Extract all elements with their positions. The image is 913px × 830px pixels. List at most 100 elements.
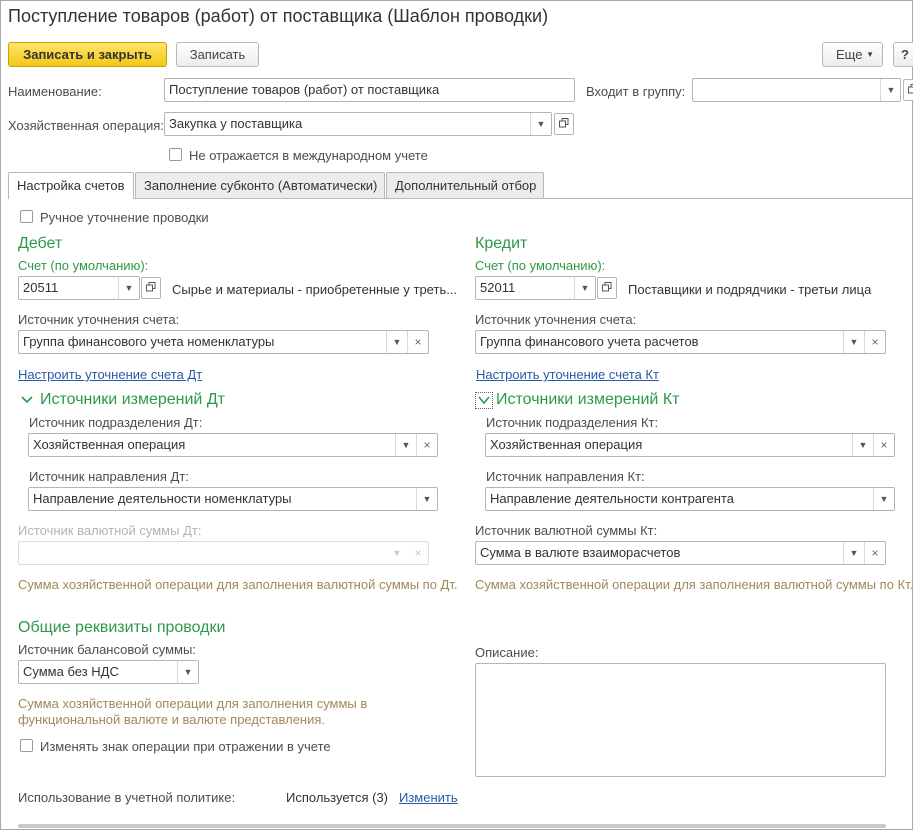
save-button[interactable]: Записать: [176, 42, 259, 67]
credit-account-field[interactable]: 52011 ▼: [475, 276, 596, 300]
debit-account-field[interactable]: 20511 ▼: [18, 276, 140, 300]
dropdown-arrow-icon[interactable]: ▼: [417, 488, 437, 510]
more-label: Еще: [836, 47, 863, 62]
description-label: Описание:: [475, 645, 539, 660]
dropdown-arrow-icon[interactable]: ▼: [844, 331, 864, 353]
tab-subconto-fill[interactable]: Заполнение субконто (Автоматически): [135, 172, 385, 198]
chevron-down-icon: ▼: [866, 50, 874, 59]
debit-configure-link[interactable]: Настроить уточнение счета Дт: [18, 367, 202, 382]
credit-currency-label: Источник валютной суммы Кт:: [475, 523, 658, 538]
balance-hint-line1: Сумма хозяйственной операции для заполне…: [18, 696, 368, 711]
open-icon: [559, 118, 569, 128]
policy-change-link[interactable]: Изменить: [399, 790, 458, 805]
window-title: Поступление товаров (работ) от поставщик…: [8, 6, 549, 26]
dropdown-arrow-icon[interactable]: ▼: [853, 434, 873, 456]
name-value: Поступление товаров (работ) от поставщик…: [169, 82, 440, 97]
description-textarea[interactable]: [475, 663, 886, 777]
debit-dims-title[interactable]: Источники измерений Дт: [40, 391, 225, 409]
credit-dept-value: Хозяйственная операция: [490, 437, 643, 452]
debit-source-label: Источник уточнения счета:: [18, 312, 180, 327]
horizontal-scrollbar[interactable]: [18, 824, 886, 828]
tab-additional-filter[interactable]: Дополнительный отбор: [386, 172, 544, 198]
intl-checkbox[interactable]: [169, 148, 182, 161]
dropdown-arrow-icon: ▼: [392, 548, 402, 558]
clear-icon[interactable]: ×: [874, 434, 894, 456]
debit-account-label: Счет (по умолчанию):: [18, 258, 149, 273]
clear-icon[interactable]: ×: [408, 331, 428, 353]
balance-source-value: Сумма без НДС: [23, 664, 119, 679]
debit-account-open-button[interactable]: [141, 277, 161, 299]
dropdown-arrow-icon[interactable]: ▼: [844, 542, 864, 564]
tab-label: Заполнение субконто (Автоматически): [144, 178, 378, 193]
policy-label: Использование в учетной политике:: [18, 790, 236, 805]
dropdown-arrow-icon[interactable]: ▼: [387, 331, 407, 353]
clear-icon: ×: [414, 546, 422, 560]
group-field[interactable]: ▼: [692, 78, 901, 102]
debit-direction-value: Направление деятельности номенклатуры: [33, 491, 292, 506]
balance-source-label: Источник балансовой суммы:: [18, 642, 196, 657]
credit-source-field[interactable]: Группа финансового учета расчетов ▼ ×: [475, 330, 886, 354]
credit-account-description: Поставщики и подрядчики - третьи лица: [628, 282, 872, 297]
credit-currency-field[interactable]: Сумма в валюте взаиморасчетов ▼ ×: [475, 541, 886, 565]
credit-configure-link[interactable]: Настроить уточнение счета Кт: [476, 367, 659, 382]
change-sign-checkbox[interactable]: [20, 739, 33, 752]
operation-value: Закупка у поставщика: [169, 116, 303, 131]
credit-account-open-button[interactable]: [597, 277, 617, 299]
tab-account-settings[interactable]: Настройка счетов: [8, 172, 134, 199]
credit-dims-title[interactable]: Источники измерений Кт: [496, 391, 679, 409]
credit-account-value: 52011: [480, 280, 516, 295]
credit-source-label: Источник уточнения счета:: [475, 312, 637, 327]
policy-value: Используется (3): [286, 790, 389, 805]
clear-icon[interactable]: ×: [865, 331, 885, 353]
debit-source-value: Группа финансового учета номенклатуры: [23, 334, 275, 349]
debit-source-field[interactable]: Группа финансового учета номенклатуры ▼ …: [18, 330, 429, 354]
debit-currency-field: ▼ ×: [18, 541, 429, 565]
credit-currency-value: Сумма в валюте взаиморасчетов: [480, 545, 681, 560]
debit-dept-value: Хозяйственная операция: [33, 437, 186, 452]
manual-refine-checkbox[interactable]: [20, 210, 33, 223]
dropdown-arrow-icon[interactable]: ▼: [575, 277, 595, 299]
group-open-button[interactable]: [903, 79, 913, 101]
open-icon: [602, 282, 612, 292]
debit-title: Дебет: [18, 235, 63, 252]
debit-direction-label: Источник направления Дт:: [29, 469, 189, 484]
chevron-down-icon[interactable]: [475, 392, 493, 409]
operation-field[interactable]: Закупка у поставщика ▼: [164, 112, 552, 136]
credit-account-label: Счет (по умолчанию):: [475, 258, 606, 273]
dropdown-arrow-icon[interactable]: ▼: [119, 277, 139, 299]
help-button[interactable]: ?: [893, 42, 913, 67]
credit-currency-hint: Сумма хозяйственной операции для заполне…: [475, 577, 913, 592]
tab-divider: [8, 198, 913, 199]
intl-label: Не отражается в международном учете: [189, 148, 428, 163]
debit-account-description: Сырье и материалы - приобретенные у трет…: [172, 282, 458, 297]
group-label: Входит в группу:: [586, 84, 686, 99]
balance-hint-line2: функциональной валюте и валюте представл…: [18, 712, 326, 727]
chevron-down-icon[interactable]: [20, 394, 34, 406]
debit-direction-field[interactable]: Направление деятельности номенклатуры ▼: [28, 487, 438, 511]
dropdown-arrow-icon[interactable]: ▼: [881, 79, 901, 101]
debit-dept-field[interactable]: Хозяйственная операция ▼ ×: [28, 433, 438, 457]
dropdown-arrow-icon[interactable]: ▼: [178, 661, 198, 683]
save-and-close-button[interactable]: Записать и закрыть: [8, 42, 167, 67]
debit-account-value: 20511: [23, 280, 59, 295]
clear-icon[interactable]: ×: [865, 542, 885, 564]
dropdown-arrow-icon[interactable]: ▼: [396, 434, 416, 456]
open-icon: [146, 282, 156, 292]
open-icon: [908, 84, 913, 94]
operation-label: Хозяйственная операция:: [8, 118, 164, 133]
common-title: Общие реквизиты проводки: [18, 619, 226, 636]
name-field[interactable]: Поступление товаров (работ) от поставщик…: [164, 78, 575, 102]
credit-direction-field[interactable]: Направление деятельности контрагента ▼: [485, 487, 895, 511]
credit-direction-value: Направление деятельности контрагента: [490, 491, 734, 506]
credit-dept-field[interactable]: Хозяйственная операция ▼ ×: [485, 433, 895, 457]
operation-open-button[interactable]: [554, 113, 574, 135]
dropdown-arrow-icon[interactable]: ▼: [874, 488, 894, 510]
balance-source-field[interactable]: Сумма без НДС ▼: [18, 660, 199, 684]
credit-source-value: Группа финансового учета расчетов: [480, 334, 699, 349]
clear-icon[interactable]: ×: [417, 434, 437, 456]
dropdown-arrow-icon[interactable]: ▼: [531, 113, 551, 135]
credit-title: Кредит: [475, 235, 528, 252]
more-button[interactable]: Еще ▼: [822, 42, 883, 67]
name-label: Наименование:: [8, 84, 102, 99]
tab-label: Дополнительный отбор: [395, 178, 537, 193]
